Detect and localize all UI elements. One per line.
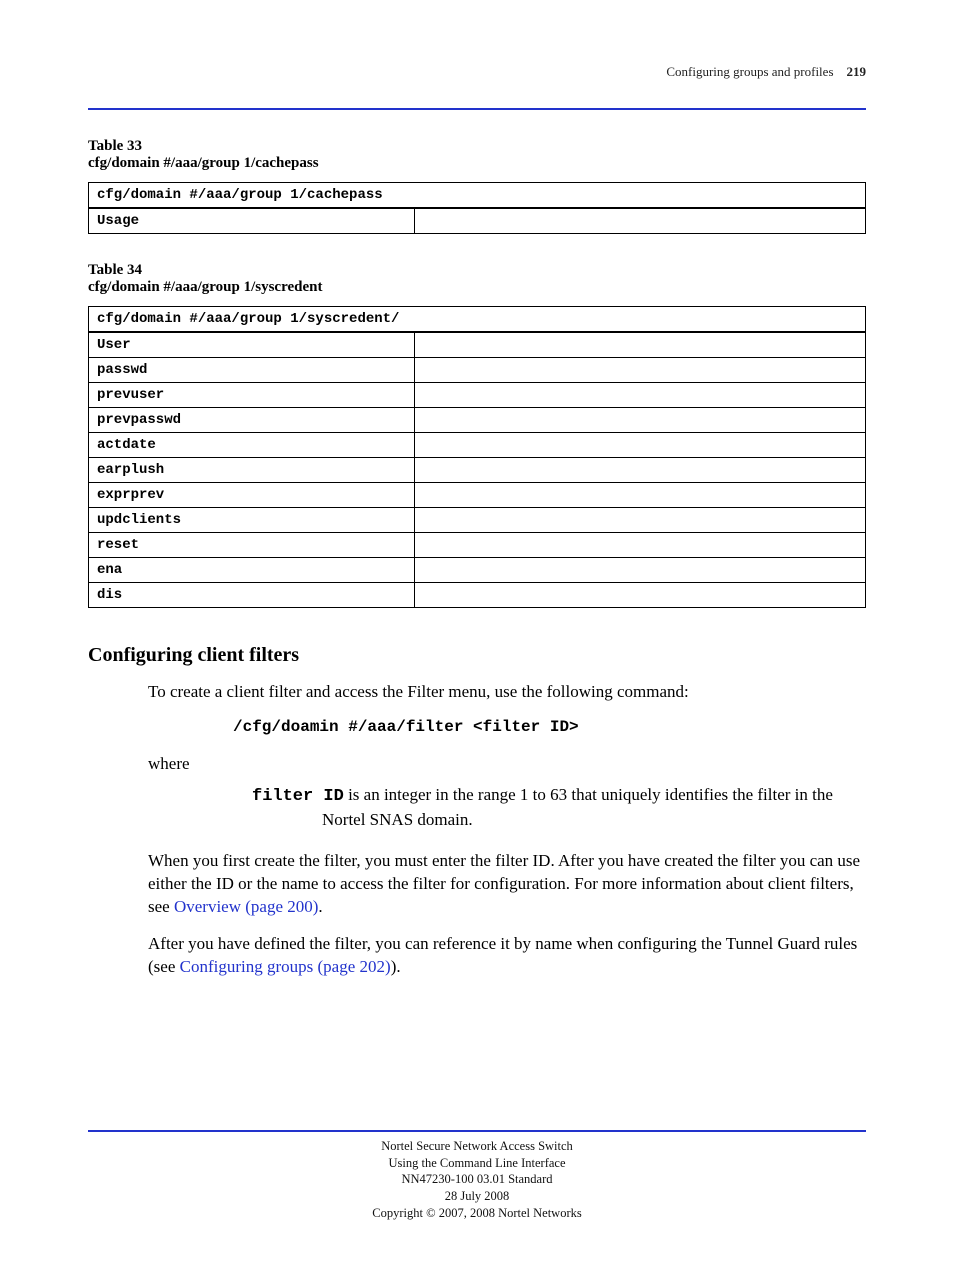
table-row: Usage <box>89 208 866 234</box>
page-header: Configuring groups and profiles 219 <box>88 64 866 80</box>
footer-line-5: Copyright © 2007, 2008 Nortel Networks <box>88 1205 866 1222</box>
table-row: updclients <box>89 508 866 533</box>
table-cell-left: User <box>89 332 415 358</box>
table-row: reset <box>89 533 866 558</box>
table-cell-right <box>415 533 866 558</box>
table-cell-right <box>415 408 866 433</box>
filters-paragraph-3: After you have defined the filter, you c… <box>148 933 866 979</box>
table-row: passwd <box>89 358 866 383</box>
table-row: ena <box>89 558 866 583</box>
filters-para2-link[interactable]: Overview (page 200) <box>174 897 318 916</box>
header-right: Configuring groups and profiles 219 <box>666 64 866 80</box>
table-cell-left: prevpasswd <box>89 408 415 433</box>
table-33-caption: Table 33 cfg/domain #/aaa/group 1/cachep… <box>88 138 866 172</box>
table-cell-right <box>415 558 866 583</box>
filters-where: where <box>148 754 866 774</box>
table-34-rest: cfg/domain #/aaa/group 1/syscredent <box>88 279 322 295</box>
table-row: prevpasswd <box>89 408 866 433</box>
table-cell-left: updclients <box>89 508 415 533</box>
table-34-header-path: cfg/domain #/aaa/group 1/syscredent/ <box>89 307 866 333</box>
table-34-head: Table 34 <box>88 262 142 278</box>
filters-paragraph-1: To create a client filter and access the… <box>148 681 866 704</box>
section-heading-filters: Configuring client filters <box>88 644 866 667</box>
page-number: 219 <box>847 64 867 79</box>
footer-line-1: Nortel Secure Network Access Switch <box>88 1138 866 1155</box>
header-section: Configuring groups and profiles <box>666 64 833 79</box>
table-cell-left: passwd <box>89 358 415 383</box>
table-cell-left: actdate <box>89 433 415 458</box>
table-cell-left: dis <box>89 583 415 608</box>
filters-paragraph-2: When you first create the filter, you mu… <box>148 850 866 919</box>
filters-definition: filter ID is an integer in the range 1 t… <box>252 784 866 832</box>
filters-command: /cfg/doamin #/aaa/filter <filter ID> <box>233 718 866 736</box>
table-cell-right <box>415 383 866 408</box>
table-cell-left: reset <box>89 533 415 558</box>
table-cell-left: Usage <box>89 208 415 234</box>
filters-para3-link[interactable]: Configuring groups (page 202) <box>180 957 391 976</box>
page-footer: Nortel Secure Network Access Switch Usin… <box>88 1130 866 1222</box>
table-33-head: Table 33 <box>88 138 142 154</box>
table-cell-left: prevuser <box>89 383 415 408</box>
table-cell-right <box>415 358 866 383</box>
footer-line-2: Using the Command Line Interface <box>88 1155 866 1172</box>
table-row: cfg/domain #/aaa/group 1/cachepass <box>89 183 866 209</box>
header-rule <box>88 108 866 110</box>
table-cell-right <box>415 583 866 608</box>
table-cell-left: earplush <box>89 458 415 483</box>
table-cell-right <box>415 508 866 533</box>
table-row: cfg/domain #/aaa/group 1/syscredent/ <box>89 307 866 333</box>
table-row: earplush <box>89 458 866 483</box>
table-34-caption: Table 34 cfg/domain #/aaa/group 1/syscre… <box>88 262 866 296</box>
filters-def-rest: is an integer in the range 1 to 63 that … <box>322 785 833 829</box>
table-cell-right <box>415 208 866 234</box>
table-row: prevuser <box>89 383 866 408</box>
table-33-rest: cfg/domain #/aaa/group 1/cachepass <box>88 155 319 171</box>
table-row: User <box>89 332 866 358</box>
table-row: actdate <box>89 433 866 458</box>
table-cell-right <box>415 483 866 508</box>
table-cell-right <box>415 433 866 458</box>
filters-para3-b: ). <box>391 957 401 976</box>
filters-para2-b: . <box>318 897 322 916</box>
table-33-header-path: cfg/domain #/aaa/group 1/cachepass <box>89 183 866 209</box>
table-row: exprprev <box>89 483 866 508</box>
table-cell-left: exprprev <box>89 483 415 508</box>
footer-line-3: NN47230-100 03.01 Standard <box>88 1171 866 1188</box>
footer-rule <box>88 1130 866 1132</box>
table-cell-right <box>415 458 866 483</box>
table-row: dis <box>89 583 866 608</box>
table-cell-right <box>415 332 866 358</box>
filters-term: filter ID <box>252 787 344 806</box>
table-33: cfg/domain #/aaa/group 1/cachepass Usage <box>88 182 866 234</box>
table-cell-left: ena <box>89 558 415 583</box>
table-34: cfg/domain #/aaa/group 1/syscredent/ Use… <box>88 306 866 608</box>
footer-line-4: 28 July 2008 <box>88 1188 866 1205</box>
